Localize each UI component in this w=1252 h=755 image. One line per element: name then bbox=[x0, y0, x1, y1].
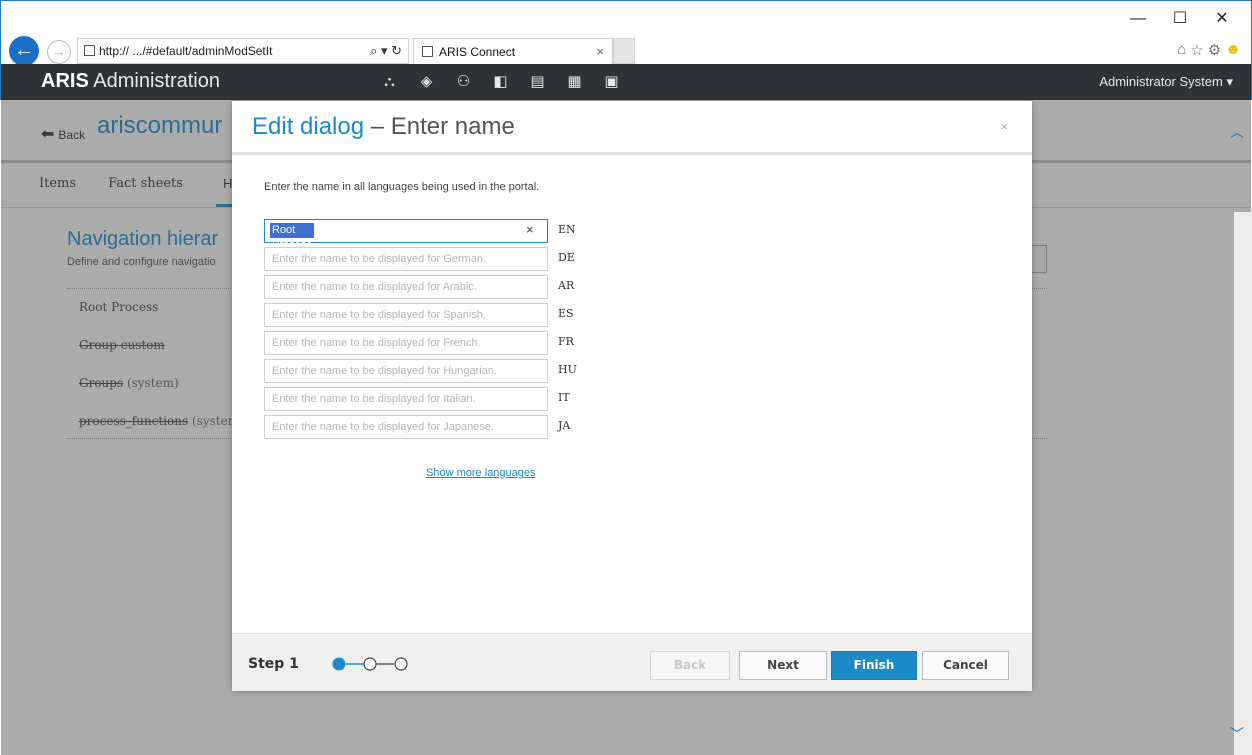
favorites-star-icon[interactable]: ☆ bbox=[1190, 41, 1203, 59]
finish-button[interactable]: Finish bbox=[831, 651, 917, 680]
lang-code-es: ES bbox=[558, 307, 574, 320]
name-input-de[interactable] bbox=[264, 247, 548, 271]
cube-icon[interactable]: ◈ bbox=[408, 73, 445, 91]
clear-icon[interactable]: × bbox=[526, 222, 534, 237]
lang-code-hu: HU bbox=[558, 363, 577, 376]
name-input-ar[interactable] bbox=[264, 275, 548, 299]
tab-close-icon[interactable]: × bbox=[596, 39, 604, 65]
maximize-button[interactable]: ☐ bbox=[1159, 9, 1201, 29]
dialog-title: Edit dialog – Enter name bbox=[252, 113, 515, 141]
close-icon[interactable]: × bbox=[1000, 119, 1008, 134]
address-controls[interactable]: ⌕ ▾ ↻ bbox=[370, 39, 402, 63]
app-title: ARIS Administration bbox=[41, 70, 220, 93]
name-input-ja[interactable] bbox=[264, 415, 548, 439]
name-input-fr[interactable] bbox=[264, 331, 548, 355]
dialog-subtitle: Enter name bbox=[390, 113, 515, 140]
scrollbar-track[interactable] bbox=[1234, 212, 1252, 755]
app-section-name: Administration bbox=[93, 70, 220, 92]
dialog-title-separator: – bbox=[364, 113, 391, 140]
cancel-button[interactable]: Cancel bbox=[922, 651, 1009, 680]
close-window-button[interactable]: ✕ bbox=[1201, 9, 1243, 29]
monitor-icon[interactable]: ▣ bbox=[593, 73, 630, 91]
address-bar[interactable]: http:// .../#default/adminModSetIt ⌕ ▾ ↻ bbox=[77, 38, 409, 64]
browser-chrome: — ☐ ✕ ← → http:// .../#default/adminModS… bbox=[0, 0, 1252, 66]
step-progress-indicator bbox=[332, 657, 408, 671]
user-menu[interactable]: Administrator System ▾ bbox=[1099, 74, 1233, 90]
minimize-button[interactable]: — bbox=[1117, 9, 1159, 29]
app-toolbar: ⛬ ◈ ⚇ ◧ ▤ ▦ ▣ bbox=[371, 73, 630, 91]
dialog-footer: Step 1 Back Next Finish Cancel bbox=[232, 633, 1032, 691]
back-button[interactable]: Back bbox=[650, 651, 730, 680]
user-name: Administrator System bbox=[1099, 74, 1223, 89]
brand-name: ARIS bbox=[41, 70, 89, 92]
browser-tab[interactable]: ARIS Connect × bbox=[413, 38, 613, 64]
step-dot-current bbox=[332, 657, 346, 671]
feedback-smiley-icon[interactable]: ☻ bbox=[1225, 41, 1241, 59]
page-icon bbox=[84, 45, 95, 56]
step-label: Step 1 bbox=[248, 656, 299, 672]
hierarchy-icon[interactable]: ⛬ bbox=[371, 73, 408, 91]
home-icon[interactable]: ⌂ bbox=[1177, 41, 1186, 59]
document-icon[interactable]: ▤ bbox=[519, 73, 556, 91]
lang-code-de: DE bbox=[558, 251, 575, 264]
address-text: http:// .../#default/adminModSetIt bbox=[99, 44, 273, 58]
window-controls: — ☐ ✕ bbox=[1117, 9, 1243, 29]
name-input-es[interactable] bbox=[264, 303, 548, 327]
step-dot bbox=[394, 657, 408, 671]
lang-code-fr: FR bbox=[558, 335, 574, 348]
back-arrow-icon[interactable]: ← bbox=[9, 36, 39, 66]
page-icon bbox=[422, 46, 433, 57]
dialog-title-main: Edit dialog bbox=[252, 113, 365, 140]
lang-code-ja: JA bbox=[558, 419, 571, 432]
name-input-en[interactable] bbox=[264, 219, 548, 243]
settings-gear-icon[interactable]: ⚙ bbox=[1208, 41, 1221, 59]
grid-icon[interactable]: ▦ bbox=[556, 73, 593, 91]
forward-arrow-icon[interactable]: → bbox=[47, 40, 71, 64]
app-header: ARIS Administration ⛬ ◈ ⚇ ◧ ▤ ▦ ▣ Admini… bbox=[0, 64, 1252, 100]
edit-dialog: Edit dialog – Enter name × Enter the nam… bbox=[232, 101, 1032, 691]
show-more-languages-link[interactable]: Show more languages bbox=[426, 467, 535, 479]
lang-code-ar: AR bbox=[558, 279, 575, 292]
step-dot bbox=[363, 657, 377, 671]
new-tab-button[interactable] bbox=[613, 38, 635, 64]
name-input-hu[interactable] bbox=[264, 359, 548, 383]
browser-right-icons: ⌂ ☆ ⚙ ☻ bbox=[1177, 41, 1241, 59]
next-button[interactable]: Next bbox=[739, 651, 827, 680]
dialog-header: Edit dialog – Enter name × bbox=[232, 101, 1032, 155]
scroll-up-chevron-icon[interactable]: ︿ bbox=[1230, 122, 1244, 142]
dialog-intro: Enter the name in all languages being us… bbox=[264, 181, 540, 193]
name-input-it[interactable] bbox=[264, 387, 548, 411]
lang-code-it: IT bbox=[558, 391, 570, 404]
lang-code-en: EN bbox=[558, 223, 576, 236]
tab-title: ARIS Connect bbox=[439, 45, 516, 59]
scroll-down-chevron-icon[interactable]: ﹀ bbox=[1230, 724, 1244, 744]
users-icon[interactable]: ⚇ bbox=[445, 73, 482, 91]
database-icon[interactable]: ◧ bbox=[482, 73, 519, 91]
